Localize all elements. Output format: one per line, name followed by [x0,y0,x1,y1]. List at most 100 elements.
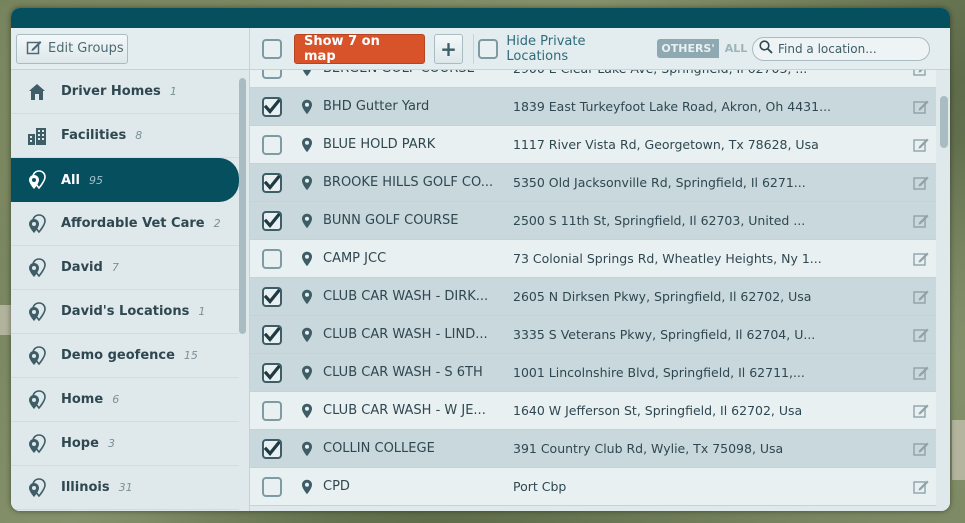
location-checkbox[interactable] [262,210,282,231]
location-row[interactable]: CPD Port Cbp [250,468,936,506]
edit-icon[interactable] [913,441,930,457]
sidebar-item-david-s-locations[interactable]: David's Locations 1 [11,290,239,334]
edit-icon[interactable] [913,137,930,153]
toggle-all[interactable]: ALL [718,39,752,58]
edit-groups-button[interactable]: Edit Groups [16,33,128,64]
edit-icon[interactable] [913,175,930,191]
sidebar-item-all[interactable]: All 95 [11,158,239,202]
add-location-button[interactable]: + [433,33,464,64]
sidebar-item-count: 8 [135,129,143,142]
location-row[interactable]: BERGEN GOLF COURSE2900 E Clear Lake Ave,… [250,70,936,88]
map-pin-icon [300,175,314,191]
location-address: 1117 River Vista Rd, Georgetown, Tx 7862… [513,137,819,152]
location-checkbox[interactable] [262,476,282,497]
location-address: 5350 Old Jacksonville Rd, Springfield, I… [513,175,806,190]
sidebar-item-count: 1 [169,85,177,98]
sidebar-item-label: Facilities [61,128,127,143]
sidebar-item-label: Demo geofence [61,348,175,363]
edit-groups-label: Edit Groups [48,41,124,56]
location-name[interactable]: BROOKE HILLS GOLF CO... [323,175,513,190]
edit-icon[interactable] [913,251,930,267]
location-checkbox[interactable] [262,324,282,345]
edit-icon[interactable] [913,213,930,229]
location-name[interactable]: BUNN GOLF COURSE [323,213,513,228]
location-name[interactable]: CPD [323,479,513,494]
sidebar-item-label: David's Locations [61,304,190,319]
location-checkbox[interactable] [262,438,282,459]
show-on-map-button[interactable]: Show 7 on map [294,33,425,64]
location-row[interactable]: CLUB CAR WASH - S 6TH 1001 Lincolnshire B… [250,354,936,392]
search-input[interactable] [778,41,929,56]
locations-panel: Edit Groups Show 7 on map + Hide Private… [11,8,950,511]
edit-icon[interactable] [913,70,930,77]
location-address: 391 Country Club Rd, Wylie, Tx 75098, Us… [513,441,784,456]
location-name[interactable]: CAMP JCC [323,251,513,266]
location-checkbox[interactable] [262,248,282,269]
edit-icon [26,39,42,59]
select-all-checkbox[interactable] [262,38,282,59]
sidebar-item-count: 3 [107,437,115,450]
sidebar-item-illinois[interactable]: Illinois 31 [11,466,239,510]
panel-header-bar [11,8,950,28]
hide-private-checkbox[interactable] [478,38,499,59]
pins-icon [26,301,48,322]
sidebar-item-facilities[interactable]: Facilities 8 [11,114,239,158]
edit-icon[interactable] [913,403,930,419]
map-pin-icon [300,365,314,381]
location-name[interactable]: BHD Gutter Yard [323,99,513,114]
location-address: 1640 W Jefferson St, Springfield, Il 627… [513,403,803,418]
sidebar-item-home[interactable]: Home 6 [11,378,239,422]
location-name[interactable]: CLUB CAR WASH - W JE... [323,403,513,418]
edit-icon[interactable] [913,289,930,305]
sidebar-scrollbar[interactable] [239,78,246,334]
location-address: 2500 S 11th St, Springfield, Il 62703, U… [513,213,806,228]
location-row[interactable]: CAMP JCC 73 Colonial Springs Rd, Wheatley… [250,240,936,278]
location-name[interactable]: BERGEN GOLF COURSE [323,70,513,76]
location-row[interactable]: BHD Gutter Yard 1839 East Turkeyfoot Lake… [250,88,936,126]
location-row[interactable]: BUNN GOLF COURSE 2500 S 11th St, Springfi… [250,202,936,240]
location-name[interactable]: COLLIN COLLEGE [323,441,513,456]
edit-icon[interactable] [913,479,930,495]
map-pin-icon [300,289,314,305]
sidebar-item-label: Home [61,392,104,407]
sidebar-item-count: 1 [198,305,206,318]
sidebar-item-demo-geofence[interactable]: Demo geofence 15 [11,334,239,378]
location-address: 2605 N Dirksen Pkwy, Springfield, Il 627… [513,289,812,304]
location-row[interactable]: CLUB CAR WASH - W JE... 1640 W Jefferson … [250,392,936,430]
map-pin-icon [300,99,314,115]
location-row[interactable]: CLUB CAR WASH - LIND... 3335 S Veterans P… [250,316,936,354]
sidebar-item-hope[interactable]: Hope 3 [11,422,239,466]
location-row[interactable]: BROOKE HILLS GOLF CO... 5350 Old Jacksonv… [250,164,936,202]
sidebar-item-count: 7 [111,261,119,274]
location-name[interactable]: CLUB CAR WASH - S 6TH [323,365,513,380]
pins-icon [26,345,48,366]
toggle-others[interactable]: OTHERS' [657,39,719,58]
location-name[interactable]: CLUB CAR WASH - DIRK... [323,289,513,304]
sidebar-item-affordable-vet-care[interactable]: Affordable Vet Care 2 [11,202,239,246]
location-checkbox[interactable] [262,70,282,79]
location-row[interactable]: BLUE HOLD PARK 1117 River Vista Rd, Georg… [250,126,936,164]
location-checkbox[interactable] [262,400,282,421]
sidebar-item-driver-homes[interactable]: Driver Homes 1 [11,70,239,114]
location-row[interactable]: COLLIN COLLEGE 391 Country Club Rd, Wylie… [250,430,936,468]
edit-icon[interactable] [913,365,930,381]
location-row[interactable]: CLUB CAR WASH - DIRK... 2605 N Dirksen Pk… [250,278,936,316]
sidebar-item-david[interactable]: David 7 [11,246,239,290]
location-checkbox[interactable] [262,362,282,383]
map-pin-icon [300,441,314,457]
location-checkbox[interactable] [262,134,282,155]
edit-icon[interactable] [913,327,930,343]
location-checkbox[interactable] [262,96,282,117]
location-name[interactable]: CLUB CAR WASH - LIND... [323,327,513,342]
location-address: 2900 E Clear Lake Ave, Springfield, Il 6… [513,70,893,76]
sidebar-item-label: Affordable Vet Care [61,216,205,231]
checkmark-icon [264,364,280,381]
location-name[interactable]: BLUE HOLD PARK [323,137,513,152]
edit-icon[interactable] [913,99,930,115]
sidebar-item-count: 6 [112,393,120,406]
list-scrollbar[interactable] [940,96,948,148]
sidebar-item-count: 31 [118,481,133,494]
location-checkbox[interactable] [262,172,282,193]
sidebar-item-count: 15 [183,349,198,362]
location-checkbox[interactable] [262,286,282,307]
